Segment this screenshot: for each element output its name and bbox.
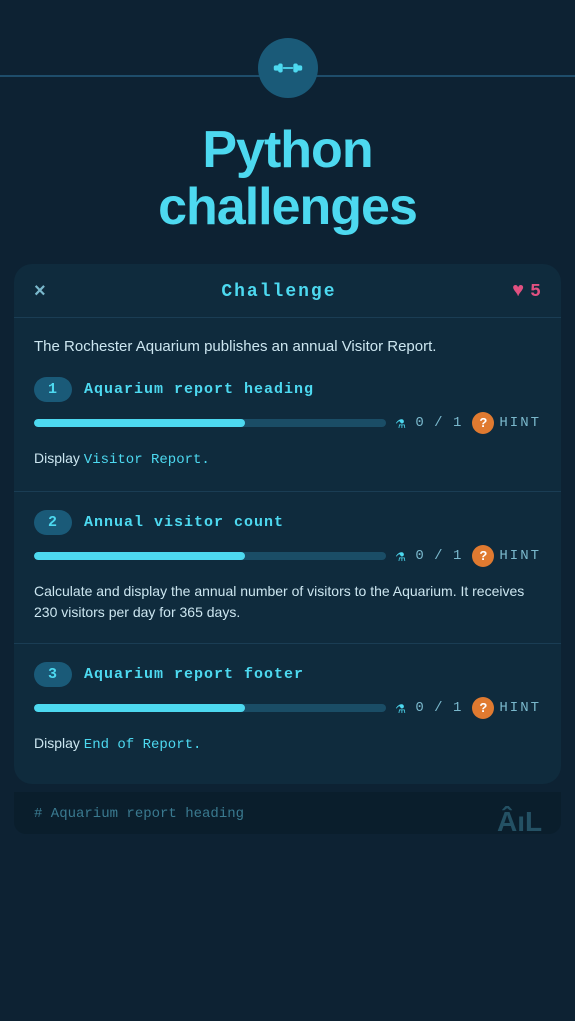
challenge-1-number: 1 [34, 377, 72, 402]
challenge-1-score: 0 / 1 [415, 415, 462, 431]
challenge-1-hint-button[interactable]: ? HINT [472, 412, 541, 434]
flask-icon-3: ⚗ [396, 698, 406, 718]
challenge-2-section: 2 Annual visitor count ⚗ 0 / 1 ? HINT Ca… [14, 502, 561, 639]
challenge-3-code: End of Report. [84, 737, 202, 753]
challenge-1-code: Visitor Report. [84, 452, 210, 468]
hint-label-2: HINT [499, 548, 541, 564]
challenge-3-score: 0 / 1 [415, 700, 462, 716]
challenge-3-sub-desc: Display End of Report. [34, 729, 541, 768]
challenge-1-progress-row: ⚗ 0 / 1 ? HINT [34, 412, 541, 434]
challenge-2-name: Annual visitor count [84, 514, 284, 531]
hint-circle-3: ? [472, 697, 494, 719]
close-button[interactable]: × [34, 280, 46, 303]
top-area: Python challenges [0, 0, 575, 264]
flask-icon-1: ⚗ [396, 413, 406, 433]
challenge-1-section: 1 Aquarium report heading ⚗ 0 / 1 ? HINT… [14, 369, 561, 487]
challenge-2-number: 2 [34, 510, 72, 535]
card-description: The Rochester Aquarium publishes an annu… [14, 318, 561, 369]
card-title: Challenge [221, 282, 336, 302]
challenge-3-hint-button[interactable]: ? HINT [472, 697, 541, 719]
challenge-1-progress-bar [34, 419, 386, 427]
challenge-2-hint-button[interactable]: ? HINT [472, 545, 541, 567]
challenge-2-progress-fill [34, 552, 245, 560]
challenge-3-progress-row: ⚗ 0 / 1 ? HINT [34, 697, 541, 719]
hint-circle-2: ? [472, 545, 494, 567]
challenge-2-progress-row: ⚗ 0 / 1 ? HINT [34, 545, 541, 567]
hint-circle-1: ? [472, 412, 494, 434]
code-hint-text: # Aquarium report heading [34, 806, 244, 822]
heart-icon: ♥ [512, 280, 524, 303]
code-hint-area: # Aquarium report heading [14, 792, 561, 834]
svg-text:ÂıL: ÂıL [497, 806, 542, 837]
dumbbell-icon [258, 38, 318, 98]
flask-icon-2: ⚗ [396, 546, 406, 566]
hearts-area: ♥ 5 [512, 280, 541, 303]
challenge-1-label-row: 1 Aquarium report heading [34, 377, 541, 402]
challenge-3-name: Aquarium report footer [84, 666, 304, 683]
hearts-count: 5 [530, 282, 541, 302]
challenge-1-name: Aquarium report heading [84, 381, 314, 398]
challenge-2-score: 0 / 1 [415, 548, 462, 564]
challenge-3-progress-fill [34, 704, 245, 712]
card-header: × Challenge ♥ 5 [14, 264, 561, 318]
challenge-2-label-row: 2 Annual visitor count [34, 510, 541, 535]
challenge-2-sub-desc: Calculate and display the annual number … [34, 577, 541, 635]
challenge-1-sub-desc: Display Visitor Report. [34, 444, 541, 483]
challenge-3-number: 3 [34, 662, 72, 687]
divider-2 [14, 643, 561, 644]
page-title: Python challenges [158, 122, 417, 236]
challenge-3-progress-bar [34, 704, 386, 712]
hint-label-3: HINT [499, 700, 541, 716]
challenge-2-progress-bar [34, 552, 386, 560]
challenge-3-label-row: 3 Aquarium report footer [34, 662, 541, 687]
challenge-1-progress-fill [34, 419, 245, 427]
challenge-card: × Challenge ♥ 5 The Rochester Aquarium p… [14, 264, 561, 784]
divider-1 [14, 491, 561, 492]
watermark: ÂıL [497, 803, 557, 844]
challenge-3-section: 3 Aquarium report footer ⚗ 0 / 1 ? HINT … [14, 654, 561, 772]
bottom-area: # Aquarium report heading ÂıL [0, 792, 575, 854]
hint-label-1: HINT [499, 415, 541, 431]
